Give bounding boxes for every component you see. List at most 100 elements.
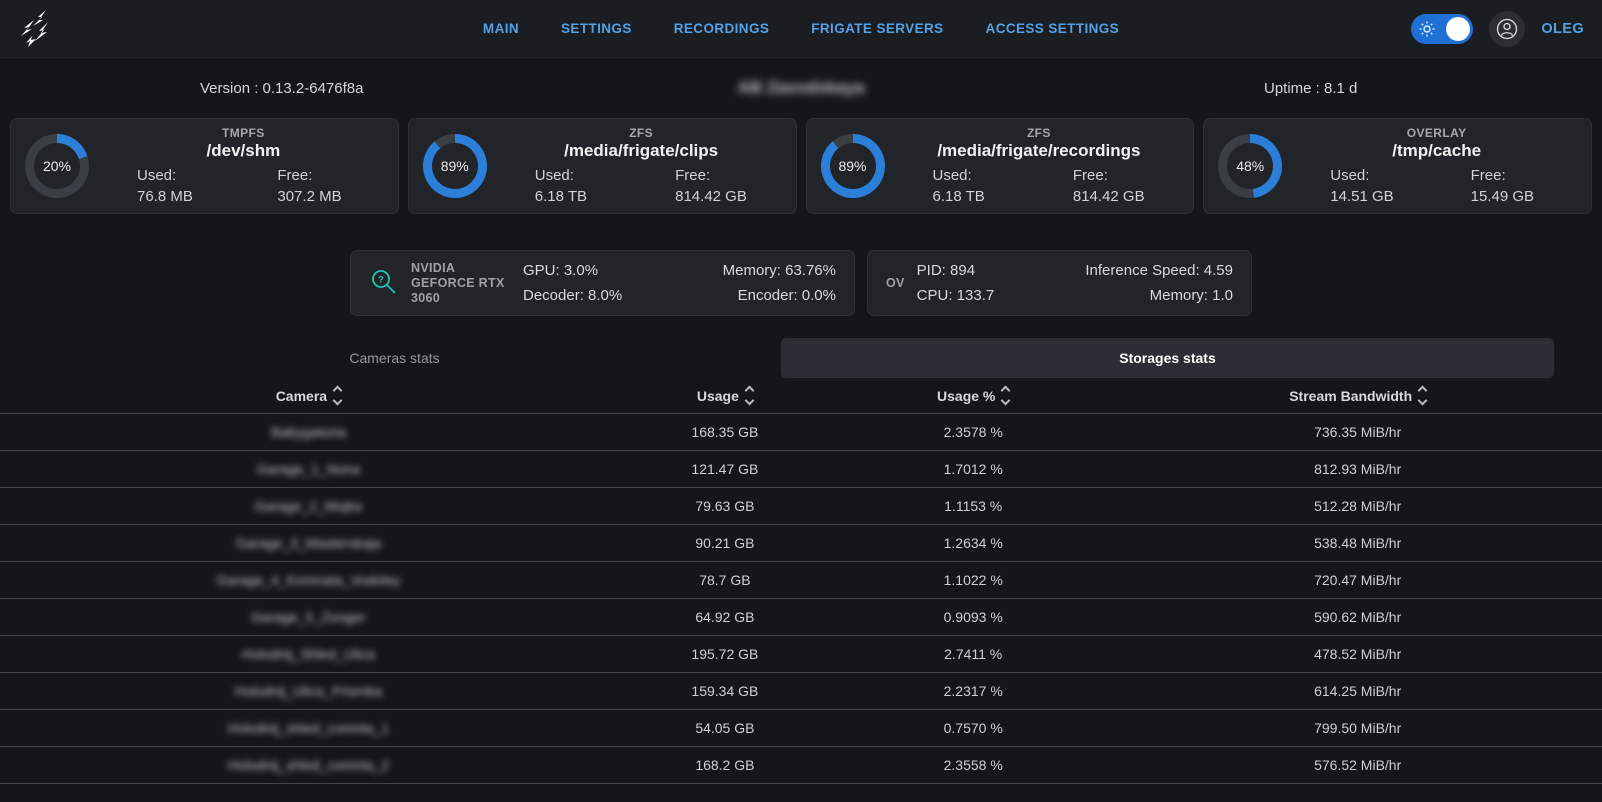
- storage-card-clips: 89% ZFS /media/frigate/clips Used: 6.18 …: [408, 118, 797, 214]
- fs-path: /tmp/cache: [1296, 141, 1577, 161]
- usage-cell: 195.72 GB: [617, 646, 833, 662]
- usage-pct-cell: 2.3558 %: [833, 757, 1113, 773]
- usage-cell: 121.47 GB: [617, 461, 833, 477]
- table-row: Holodnij_shled_comnta_1 54.05 GB 0.7570 …: [0, 710, 1602, 747]
- detector-memory: Memory: 1.0: [1085, 283, 1233, 308]
- storage-cards-row: 20% TMPFS /dev/shm Used: 76.8 MB Free: 3…: [0, 118, 1602, 214]
- info-row: Version : 0.13.2-6476f8a AB Zavodskaya U…: [0, 70, 1602, 106]
- header-usage-pct[interactable]: Usage %: [833, 387, 1113, 404]
- usage-pct-cell: 2.7411 %: [833, 646, 1113, 662]
- nav-item-main[interactable]: MAIN: [483, 21, 519, 36]
- uptime-text: Uptime : 8.1 d: [1264, 80, 1357, 97]
- usage-pct-cell: 0.9093 %: [833, 609, 1113, 625]
- frigate-logo-icon[interactable]: [18, 7, 70, 51]
- theme-toggle[interactable]: [1411, 14, 1473, 44]
- svg-text:?: ?: [378, 274, 384, 284]
- used-label: Used:: [1330, 165, 1436, 186]
- table-row: Garage_3_Masterskaja 90.21 GB 1.2634 % 5…: [0, 525, 1602, 562]
- nav-item-recordings[interactable]: RECORDINGS: [674, 21, 770, 36]
- storage-card-recordings: 89% ZFS /media/frigate/recordings Used: …: [806, 118, 1195, 214]
- navbar-right: OLEG: [1411, 11, 1584, 47]
- usage-pct-cell: 1.2634 %: [833, 535, 1113, 551]
- nav-item-settings[interactable]: SETTINGS: [561, 21, 632, 36]
- detector-name: OV: [886, 276, 905, 291]
- bandwidth-cell: 590.62 MiB/hr: [1113, 609, 1602, 625]
- fs-path: /media/frigate/recordings: [899, 141, 1180, 161]
- usage-cell: 159.34 GB: [617, 683, 833, 699]
- nav-item-frigate-servers[interactable]: FRIGATE SERVERS: [811, 21, 943, 36]
- table-header-row: Camera Usage Usage % Stream Bandwidth: [0, 378, 1602, 414]
- gpu-search-icon: ?: [369, 267, 399, 300]
- camera-name-blurred: Babygatoria: [0, 424, 617, 440]
- camera-name-blurred: Holodnij_shled_comnta_2: [0, 757, 617, 773]
- header-stream-bandwidth[interactable]: Stream Bandwidth: [1113, 387, 1602, 404]
- usage-pct-cell: 2.2317 %: [833, 683, 1113, 699]
- usage-pct-cell: 1.1022 %: [833, 572, 1113, 588]
- camera-name-blurred: Garage_2_Mojka: [0, 498, 617, 514]
- camera-name-blurred: Garage_3_Masterskaja: [0, 535, 617, 551]
- gpu-memory: Memory: 63.76%: [723, 258, 836, 283]
- camera-name-blurred: Holodnij_Shled_Ulica: [0, 646, 617, 662]
- detector-inference-speed: Inference Speed: 4.59: [1085, 258, 1233, 283]
- sun-icon: [1419, 21, 1435, 37]
- used-value: 14.51 GB: [1330, 186, 1436, 207]
- bandwidth-cell: 736.35 MiB/hr: [1113, 424, 1602, 440]
- used-value: 76.8 MB: [137, 186, 243, 207]
- top-navbar: MAIN SETTINGS RECORDINGS FRIGATE SERVERS…: [0, 0, 1602, 58]
- usage-donut-chart: 48%: [1218, 134, 1282, 198]
- bandwidth-cell: 720.47 MiB/hr: [1113, 572, 1602, 588]
- camera-name-blurred: Holodnij_shled_comnta_1: [0, 720, 617, 736]
- header-camera[interactable]: Camera: [0, 387, 617, 404]
- detector-card: OV PID: 894 CPU: 133.7 Inference Speed: …: [867, 250, 1252, 316]
- donut-percent: 48%: [1236, 158, 1264, 174]
- tab-storages-stats[interactable]: Storages stats: [781, 338, 1554, 378]
- table-row: Holodnij_Shled_Ulica 195.72 GB 2.7411 % …: [0, 636, 1602, 673]
- storages-stats-table: Camera Usage Usage % Stream Bandwidth Ba…: [0, 378, 1602, 784]
- free-label: Free:: [675, 165, 781, 186]
- sort-icon: [334, 387, 341, 404]
- storage-card-tmp-cache: 48% OVERLAY /tmp/cache Used: 14.51 GB Fr…: [1203, 118, 1592, 214]
- username[interactable]: OLEG: [1541, 21, 1584, 37]
- usage-pct-cell: 1.7012 %: [833, 461, 1113, 477]
- free-label: Free:: [1073, 165, 1179, 186]
- used-label: Used:: [137, 165, 243, 186]
- gpu-card: ? NVIDIA GEFORCE RTX 3060 GPU: 3.0% Deco…: [350, 250, 855, 316]
- usage-pct-cell: 1.1153 %: [833, 498, 1113, 514]
- free-value: 814.42 GB: [1073, 186, 1179, 207]
- gpu-name: NVIDIA GEFORCE RTX 3060: [411, 261, 511, 306]
- table-row: Garage_1_Nona 121.47 GB 1.7012 % 812.93 …: [0, 451, 1602, 488]
- bandwidth-cell: 799.50 MiB/hr: [1113, 720, 1602, 736]
- camera-name-blurred: Garage_4_Komnata_Vodoley: [0, 572, 617, 588]
- nav-item-access-settings[interactable]: ACCESS SETTINGS: [986, 21, 1120, 36]
- tab-cameras-stats[interactable]: Cameras stats: [8, 338, 781, 378]
- table-row: Holodnij_shled_comnta_2 168.2 GB 2.3558 …: [0, 747, 1602, 784]
- table-row: Garage_2_Mojka 79.63 GB 1.1153 % 512.28 …: [0, 488, 1602, 525]
- server-name-blurred: AB Zavodskaya: [0, 78, 1602, 98]
- free-value: 307.2 MB: [277, 186, 383, 207]
- detector-pid: PID: 894: [917, 258, 995, 283]
- bandwidth-cell: 478.52 MiB/hr: [1113, 646, 1602, 662]
- free-label: Free:: [277, 165, 383, 186]
- used-label: Used:: [535, 165, 641, 186]
- donut-percent: 89%: [441, 158, 469, 174]
- fs-type: ZFS: [899, 126, 1180, 140]
- gpu-decoder: Decoder: 8.0%: [523, 283, 622, 308]
- usage-cell: 79.63 GB: [617, 498, 833, 514]
- gpu-encoder: Encoder: 0.0%: [723, 283, 836, 308]
- header-usage[interactable]: Usage: [617, 387, 833, 404]
- used-value: 6.18 TB: [535, 186, 641, 207]
- sort-icon: [1419, 387, 1426, 404]
- fs-path: /media/frigate/clips: [501, 141, 782, 161]
- fs-type: OVERLAY: [1296, 126, 1577, 140]
- used-value: 6.18 TB: [933, 186, 1039, 207]
- usage-donut-chart: 89%: [423, 134, 487, 198]
- usage-cell: 90.21 GB: [617, 535, 833, 551]
- camera-name-blurred: Garage_1_Nona: [0, 461, 617, 477]
- bandwidth-cell: 614.25 MiB/hr: [1113, 683, 1602, 699]
- toggle-knob: [1446, 17, 1470, 41]
- usage-donut-chart: 20%: [25, 134, 89, 198]
- user-avatar[interactable]: [1489, 11, 1525, 47]
- gpu-usage: GPU: 3.0%: [523, 258, 622, 283]
- usage-cell: 64.92 GB: [617, 609, 833, 625]
- free-value: 814.42 GB: [675, 186, 781, 207]
